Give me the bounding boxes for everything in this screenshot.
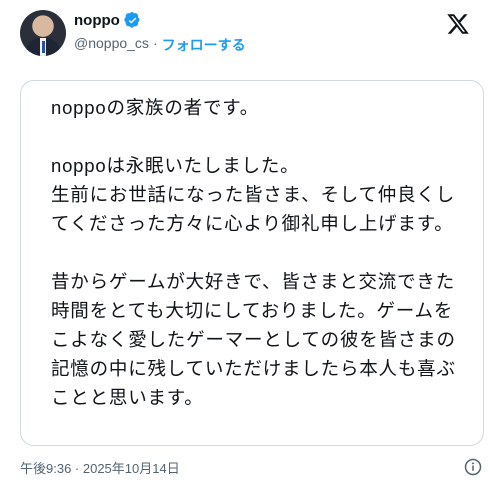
post-line-gap: [51, 122, 473, 151]
handle[interactable]: @noppo_cs: [74, 35, 149, 55]
verified-badge-icon: [124, 12, 140, 28]
post-line-gap: [51, 238, 473, 267]
post-body-card: noppoの家族の者です。 noppoは永眠いたしました。 生前にお世話になった…: [20, 80, 484, 446]
separator: ·: [152, 35, 158, 51]
post-header: noppo @noppo_cs · フォローする: [20, 10, 476, 60]
post-line: てくださった方々に心より御礼申し上げます。: [51, 213, 454, 234]
x-logo-icon[interactable]: [446, 12, 470, 36]
post-line: 昔からゲームが大好きで、皆さまと交流できた: [51, 271, 456, 292]
name-row: noppo: [74, 12, 141, 29]
post-line: 生前にお世話になった皆さま、そして仲良くし: [51, 184, 456, 205]
avatar[interactable]: [20, 10, 66, 56]
post-line: noppoの家族の者です。: [51, 97, 259, 118]
post-text: noppoの家族の者です。 noppoは永眠いたしました。 生前にお世話になった…: [51, 93, 473, 412]
info-icon[interactable]: [464, 458, 482, 476]
post-line: 時間をとても大切にしておりました。ゲームを: [51, 300, 454, 321]
post-line: ことと思います。: [51, 387, 204, 408]
avatar-tie: [41, 41, 45, 53]
post-line: 記憶の中に残していただけましたら本人も喜ぶ: [51, 358, 456, 379]
post-timestamp[interactable]: 午後9:36 · 2025年10月14日: [20, 458, 180, 477]
handle-row: @noppo_cs · フォローする: [74, 35, 246, 55]
follow-button[interactable]: フォローする: [162, 35, 246, 55]
post-line: こよなく愛したゲーマーとしての彼を皆さまの: [51, 329, 456, 350]
display-name[interactable]: noppo: [74, 12, 120, 29]
post-line: noppoは永眠いたしました。: [51, 155, 300, 176]
